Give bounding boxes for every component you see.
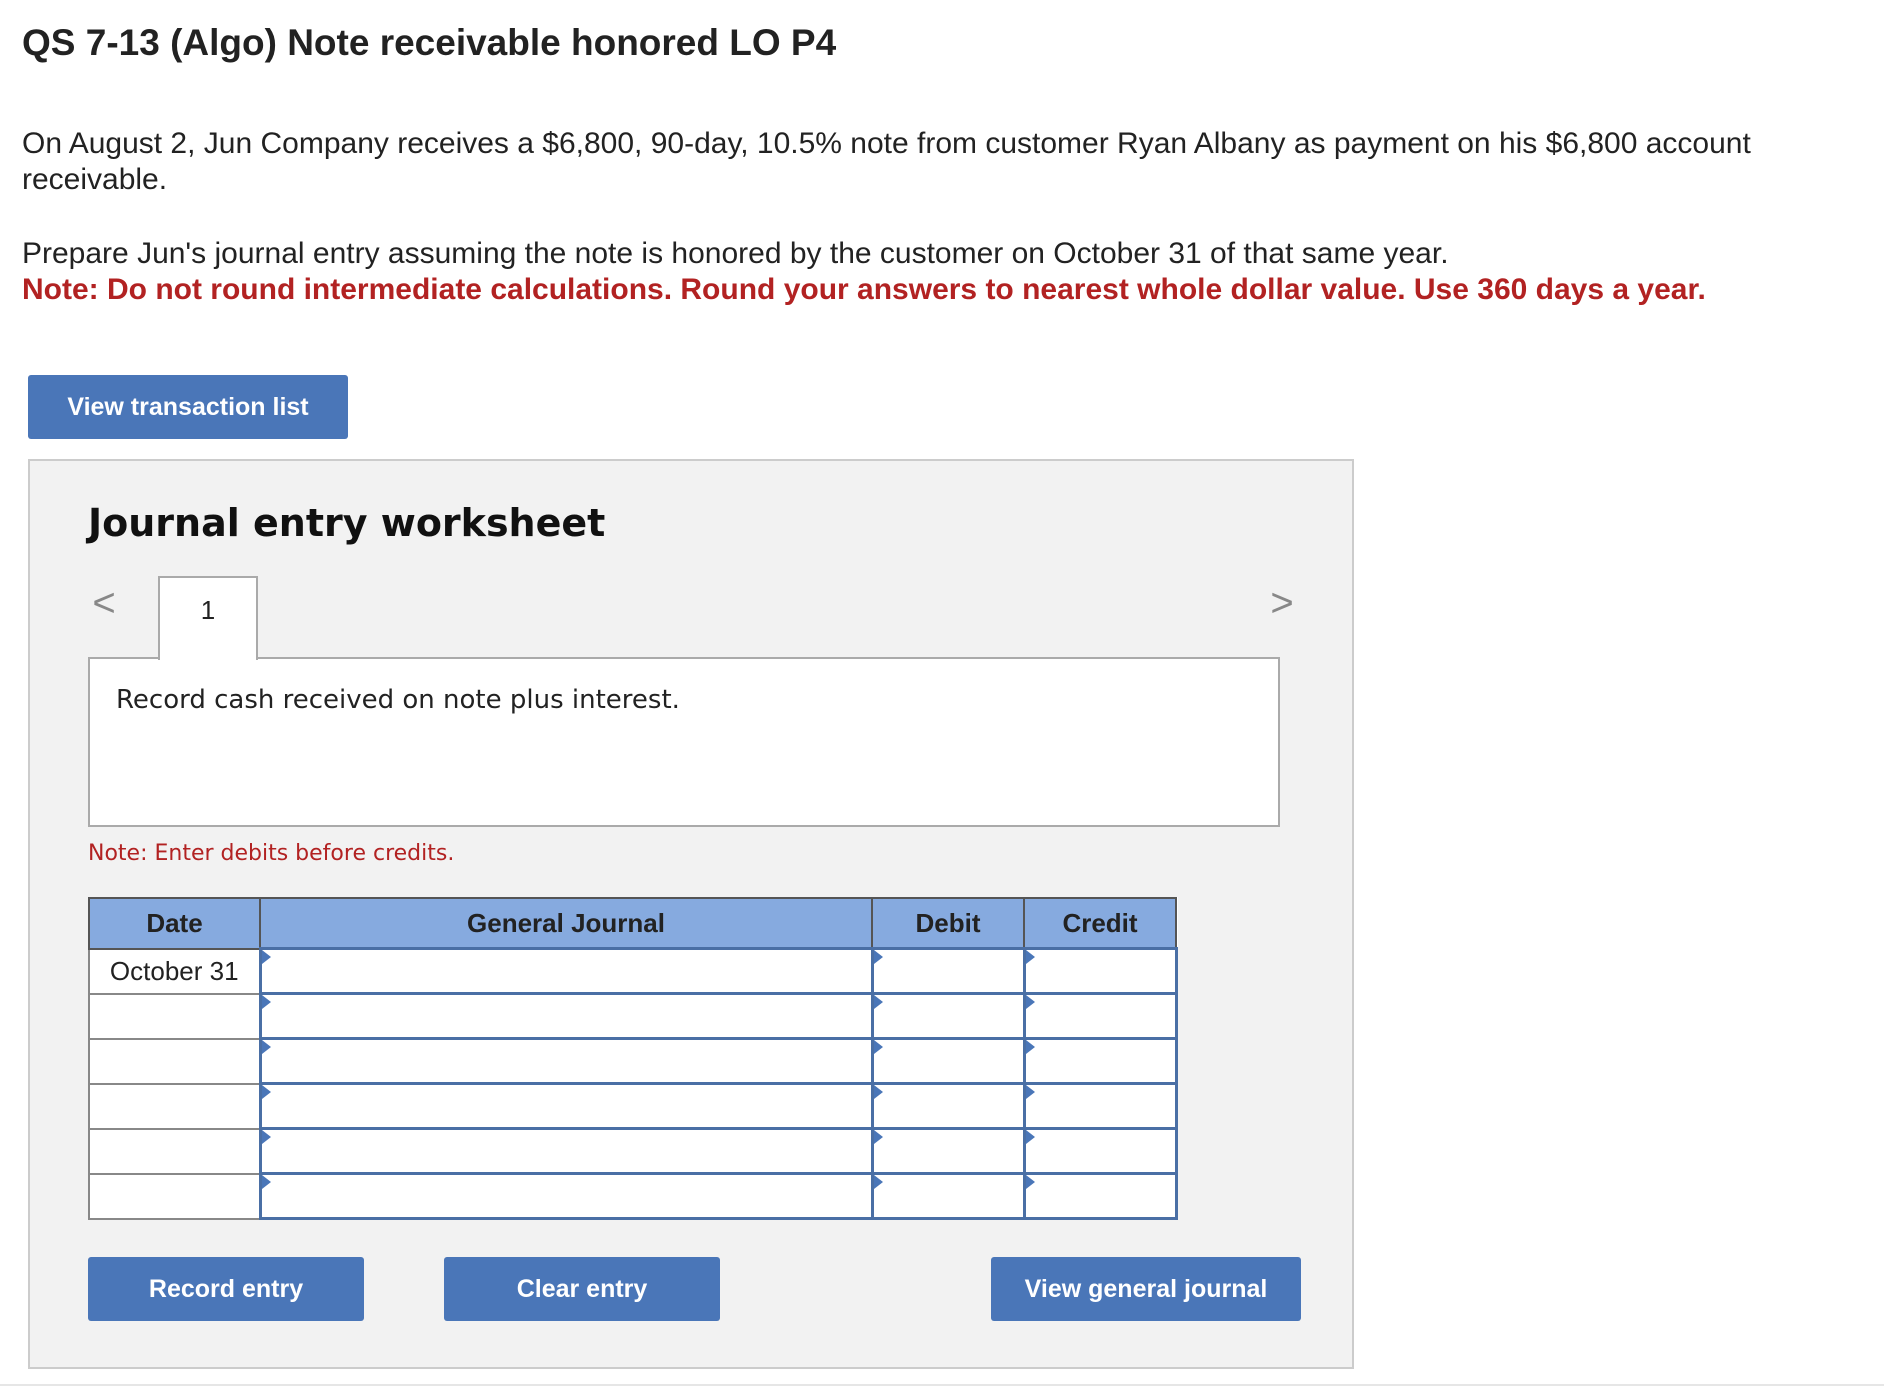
general-journal-account-field[interactable] [258, 992, 874, 1040]
debit-amount-field[interactable] [870, 1037, 1026, 1085]
credit-amount-field[interactable] [1022, 1082, 1178, 1130]
table-row [88, 1172, 1178, 1220]
question-rounding-note: Note: Do not round intermediate calculat… [22, 273, 1706, 306]
debit-amount-field[interactable] [870, 1172, 1026, 1220]
debits-before-credits-note: Note: Enter debits before credits. [88, 841, 455, 866]
general-journal-account-field[interactable] [258, 1037, 874, 1085]
table-row [88, 1082, 1178, 1130]
journal-entry-table: Date General Journal Debit Credit Octobe… [88, 897, 1178, 1220]
column-header-date: Date [88, 897, 261, 950]
general-journal-account-field[interactable] [258, 1172, 874, 1220]
column-header-debit: Debit [871, 897, 1025, 950]
tab-transaction-1[interactable]: 1 [158, 576, 258, 660]
date-cell [88, 992, 261, 1040]
table-header-row: Date General Journal Debit Credit [88, 897, 1177, 950]
date-cell [88, 1037, 261, 1085]
table-row [88, 992, 1178, 1040]
view-transaction-list-button[interactable]: View transaction list [28, 375, 348, 439]
transaction-description: Record cash received on note plus intere… [116, 685, 680, 715]
credit-amount-field[interactable] [1022, 992, 1178, 1040]
question-intro: On August 2, Jun Company receives a $6,8… [22, 127, 1751, 196]
debit-amount-field[interactable] [870, 1127, 1026, 1175]
date-cell: October 31 [88, 947, 261, 995]
question-instruction-block: Prepare Jun's journal entry assuming the… [22, 236, 1852, 308]
column-header-credit: Credit [1023, 897, 1177, 950]
date-cell [88, 1172, 261, 1220]
chevron-left-icon[interactable]: < [88, 583, 120, 623]
table-row: October 31 [88, 947, 1178, 995]
debit-amount-field[interactable] [870, 1082, 1026, 1130]
debit-amount-field[interactable] [870, 992, 1026, 1040]
record-entry-button[interactable]: Record entry [88, 1257, 364, 1321]
worksheet-title: Journal entry worksheet [88, 501, 606, 545]
credit-amount-field[interactable] [1022, 1127, 1178, 1175]
table-row [88, 1127, 1178, 1175]
question-instruction: Prepare Jun's journal entry assuming the… [22, 237, 1449, 270]
general-journal-account-field[interactable] [258, 1082, 874, 1130]
column-header-general-journal: General Journal [259, 897, 873, 950]
date-cell [88, 1127, 261, 1175]
table-row [88, 1037, 1178, 1085]
credit-amount-field[interactable] [1022, 1172, 1178, 1220]
debit-amount-field[interactable] [870, 947, 1026, 995]
general-journal-account-field[interactable] [258, 1127, 874, 1175]
clear-entry-button[interactable]: Clear entry [444, 1257, 720, 1321]
chevron-right-icon[interactable]: > [1266, 583, 1298, 623]
view-general-journal-button[interactable]: View general journal [991, 1257, 1301, 1321]
credit-amount-field[interactable] [1022, 947, 1178, 995]
page: QS 7-13 (Algo) Note receivable honored L… [0, 0, 1884, 1386]
journal-entry-worksheet: Journal entry worksheet < > 1 Record cas… [28, 459, 1354, 1369]
question-title: QS 7-13 (Algo) Note receivable honored L… [22, 22, 837, 63]
transaction-description-box: Record cash received on note plus intere… [88, 657, 1280, 827]
date-cell [88, 1082, 261, 1130]
general-journal-account-field[interactable] [258, 947, 874, 995]
credit-amount-field[interactable] [1022, 1037, 1178, 1085]
